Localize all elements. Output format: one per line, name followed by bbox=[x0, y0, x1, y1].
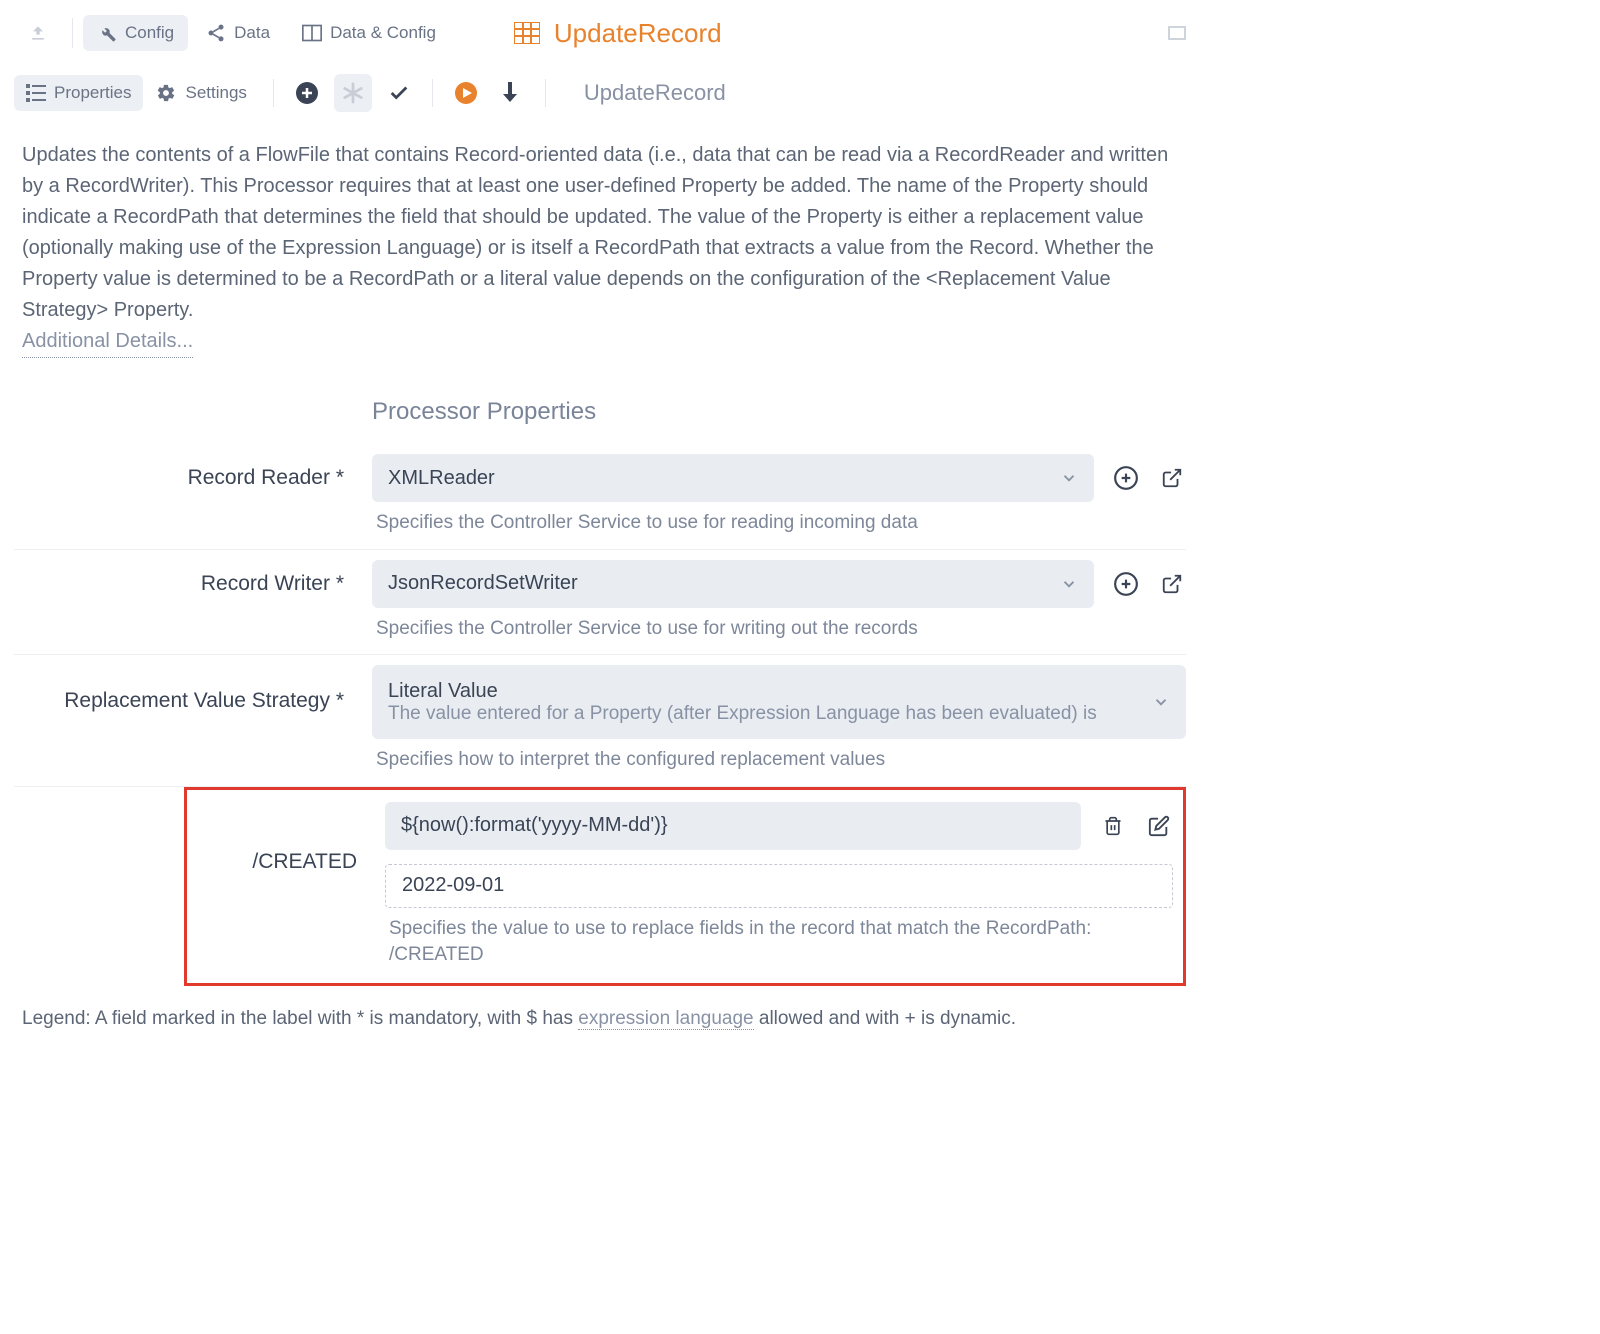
edit-icon bbox=[1148, 815, 1170, 837]
legend-text-pre: Legend: A field marked in the label with… bbox=[22, 1008, 578, 1029]
tab-data-config-label: Data & Config bbox=[330, 23, 436, 43]
goto-service-button[interactable] bbox=[1158, 570, 1186, 598]
plus-circle-outline-icon bbox=[1113, 465, 1139, 491]
gears-icon bbox=[155, 83, 177, 103]
chevron-down-icon bbox=[1060, 469, 1078, 487]
arrow-down-icon bbox=[503, 82, 521, 104]
divider bbox=[432, 79, 433, 107]
record-reader-select[interactable]: XMLReader bbox=[372, 454, 1094, 502]
legend-text-post: allowed and with + is dynamic. bbox=[754, 1008, 1016, 1029]
property-help: Specifies the value to use to replace fi… bbox=[385, 916, 1173, 969]
trash-icon bbox=[1103, 815, 1123, 837]
tab-data[interactable]: Data bbox=[192, 15, 284, 51]
record-writer-select[interactable]: JsonRecordSetWriter bbox=[372, 560, 1094, 608]
property-help: Specifies how to interpret the configure… bbox=[372, 747, 1186, 774]
expression-language-link[interactable]: expression language bbox=[578, 1008, 753, 1030]
property-row-replacement-strategy: Replacement Value Strategy * Literal Val… bbox=[14, 655, 1186, 787]
add-service-button[interactable] bbox=[1112, 464, 1140, 492]
select-value: XMLReader bbox=[388, 467, 495, 490]
plus-circle-icon bbox=[295, 81, 319, 105]
table-icon bbox=[514, 22, 540, 44]
select-subtext: The value entered for a Property (after … bbox=[388, 703, 1097, 725]
list-icon bbox=[26, 84, 46, 102]
chevron-down-icon bbox=[1152, 693, 1170, 711]
property-label: Record Writer * bbox=[14, 560, 372, 596]
step-button[interactable] bbox=[493, 74, 531, 112]
window-icon[interactable] bbox=[1168, 26, 1186, 40]
property-help: Specifies the Controller Service to use … bbox=[372, 510, 1186, 537]
divider bbox=[72, 18, 73, 48]
chevron-down-icon bbox=[1060, 575, 1078, 593]
additional-details-link[interactable]: Additional Details... bbox=[22, 326, 193, 358]
tab-settings[interactable]: Settings bbox=[143, 75, 258, 111]
select-value: Literal Value bbox=[388, 680, 498, 703]
property-row-record-reader: Record Reader * XMLReader Specifies the … bbox=[14, 444, 1186, 550]
share-icon bbox=[206, 23, 226, 43]
disabled-action bbox=[334, 74, 372, 112]
top-toolbar: Config Data Data & Config UpdateRecord bbox=[14, 8, 1186, 58]
tab-properties-label: Properties bbox=[54, 83, 131, 103]
wrench-icon bbox=[97, 23, 117, 43]
processor-name: UpdateRecord bbox=[554, 18, 722, 49]
property-row-created: /CREATED ${now():format('yyyy-MM-dd')} 2… bbox=[184, 787, 1186, 986]
goto-service-button[interactable] bbox=[1158, 464, 1186, 492]
breadcrumb: UpdateRecord bbox=[584, 80, 726, 106]
tab-config[interactable]: Config bbox=[83, 15, 188, 51]
property-label: Record Reader * bbox=[14, 454, 372, 490]
split-icon bbox=[302, 24, 322, 42]
sub-toolbar: Properties Settings UpdateRecord bbox=[14, 70, 1186, 116]
edit-property-button[interactable] bbox=[1145, 812, 1173, 840]
plus-circle-outline-icon bbox=[1113, 571, 1139, 597]
created-preview-field: 2022-09-01 bbox=[385, 864, 1173, 908]
divider bbox=[545, 79, 546, 107]
upload-icon bbox=[28, 23, 48, 43]
tab-data-label: Data bbox=[234, 23, 270, 43]
delete-property-button[interactable] bbox=[1099, 812, 1127, 840]
legend: Legend: A field marked in the label with… bbox=[14, 1008, 1186, 1030]
validate-button[interactable] bbox=[380, 74, 418, 112]
upload-button[interactable] bbox=[14, 15, 62, 51]
processor-description: Updates the contents of a FlowFile that … bbox=[14, 136, 1186, 358]
property-row-record-writer: Record Writer * JsonRecordSetWriter Spec… bbox=[14, 550, 1186, 656]
play-circle-icon bbox=[454, 81, 478, 105]
field-value: ${now():format('yyyy-MM-dd')} bbox=[401, 814, 668, 837]
section-title: Processor Properties bbox=[372, 398, 1186, 426]
run-button[interactable] bbox=[447, 74, 485, 112]
tab-properties[interactable]: Properties bbox=[14, 75, 143, 111]
property-help: Specifies the Controller Service to use … bbox=[372, 616, 1186, 643]
external-link-icon bbox=[1161, 573, 1183, 595]
add-service-button[interactable] bbox=[1112, 570, 1140, 598]
created-value-field[interactable]: ${now():format('yyyy-MM-dd')} bbox=[385, 802, 1081, 850]
external-link-icon bbox=[1161, 467, 1183, 489]
tab-data-config[interactable]: Data & Config bbox=[288, 15, 450, 51]
processor-title: UpdateRecord bbox=[514, 18, 722, 49]
check-icon bbox=[388, 82, 410, 104]
preview-value: 2022-09-01 bbox=[402, 874, 504, 897]
tab-settings-label: Settings bbox=[185, 83, 246, 103]
add-property-button[interactable] bbox=[288, 74, 326, 112]
divider bbox=[273, 79, 274, 107]
property-label: Replacement Value Strategy * bbox=[14, 665, 372, 713]
description-text: Updates the contents of a FlowFile that … bbox=[22, 144, 1168, 321]
select-value: JsonRecordSetWriter bbox=[388, 572, 578, 595]
property-label: /CREATED bbox=[197, 802, 385, 874]
replacement-strategy-select[interactable]: Literal Value The value entered for a Pr… bbox=[372, 665, 1186, 739]
tab-config-label: Config bbox=[125, 23, 174, 43]
asterisk-icon bbox=[342, 82, 364, 104]
